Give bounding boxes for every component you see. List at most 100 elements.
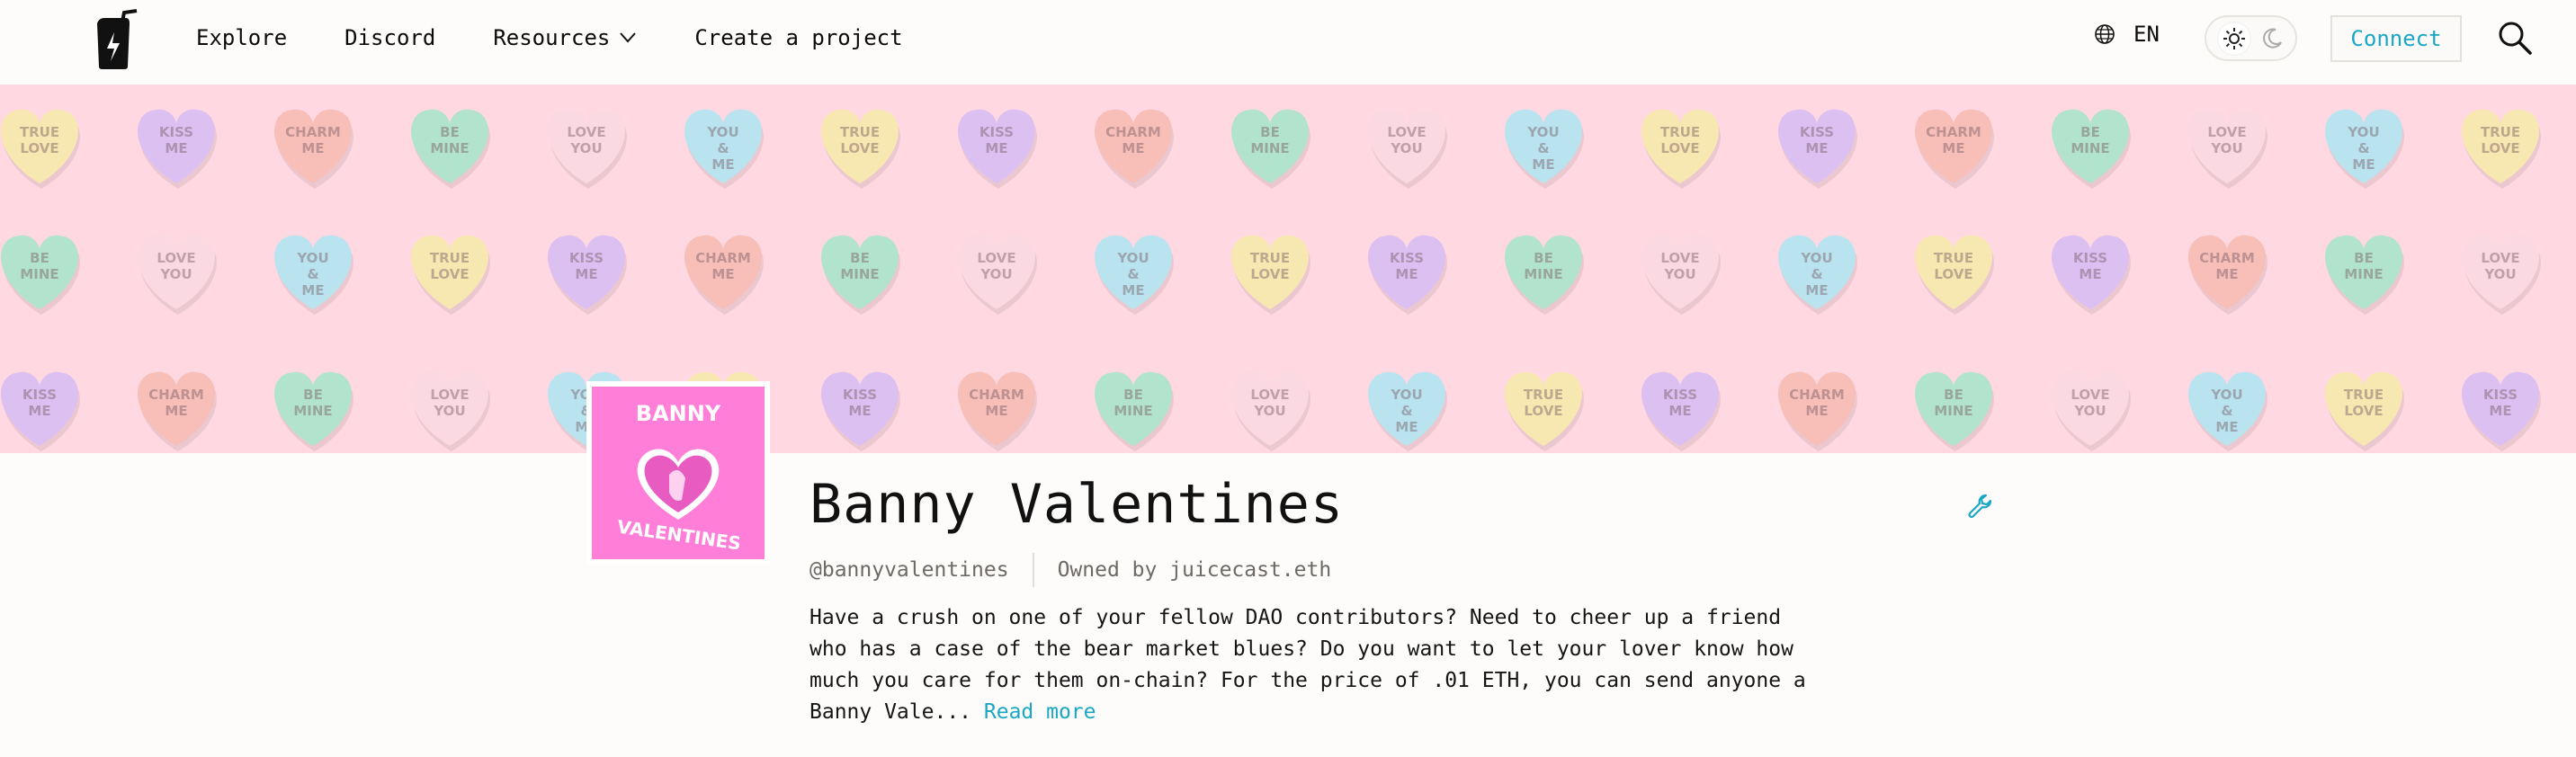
candy-heart: LOVEYOU (2188, 109, 2267, 189)
candy-heart-text: YOU (979, 266, 1012, 282)
juicebox-logo-icon[interactable] (90, 9, 142, 70)
candy-heart: CHARMME (274, 109, 353, 189)
candy-heart: LOVEYOU (138, 235, 217, 315)
candy-heart: BEMINE (1095, 371, 1174, 451)
candy-heart-text: LOVE (430, 266, 469, 282)
candy-heart: KISSME (1641, 371, 1721, 451)
candy-heart-text: TRUE (1524, 387, 1563, 403)
candy-heart-text: YOU (1253, 403, 1285, 419)
candy-heart-text: CHARM (1105, 124, 1161, 140)
candy-heart-text: TRUE (1934, 250, 1973, 266)
candy-heart: BEMINE (411, 109, 490, 189)
candy-heart-text: & (1537, 140, 1549, 156)
candy-heart-text: & (2221, 403, 2232, 419)
avatar-text-bottom: VALENTINES (616, 516, 743, 555)
candy-heart-text: MINE (20, 266, 58, 282)
project-owner[interactable]: Owned by juicecast.eth (1058, 558, 1332, 582)
candy-heart-text: MINE (1934, 403, 1972, 419)
candy-heart-text: ME (1668, 403, 1691, 419)
candy-heart-text: YOU (1663, 266, 1695, 282)
candy-heart-text: MINE (840, 266, 879, 282)
candy-heart-text: ME (165, 403, 187, 419)
candy-heart-text: BE (303, 387, 323, 403)
candy-heart: BEMINE (1231, 109, 1310, 189)
candy-heart: BEMINE (2325, 235, 2404, 315)
candy-heart-text: MINE (2344, 266, 2383, 282)
candy-heart-text: YOU (1800, 250, 1832, 266)
wrench-icon[interactable] (1966, 493, 1993, 520)
candy-heart-text: & (1811, 266, 1822, 282)
nav-link-explore[interactable]: Explore (196, 25, 287, 50)
candy-heart-text: LOVE (20, 140, 58, 156)
globe-icon (2095, 24, 2115, 44)
heart-row: BEMINELOVEYOUYOU&METRUELOVEKISSMECHARMME… (1, 235, 2541, 315)
candy-heart-text: ME (575, 266, 597, 282)
candy-heart-text: LOVE (2481, 250, 2519, 266)
avatar-text-top: BANNY (636, 401, 721, 426)
candy-heart: BEMINE (2052, 109, 2131, 189)
candy-heart-text: CHARM (285, 124, 341, 140)
sun-icon[interactable] (2218, 22, 2251, 55)
nav-link-resources-label: Resources (493, 25, 611, 50)
candy-heart-text: ME (1122, 140, 1144, 156)
candy-heart: KISSME (138, 109, 217, 189)
candy-heart: CHARMME (2188, 235, 2267, 315)
nav-link-discord[interactable]: Discord (344, 25, 435, 50)
candy-heart: YOU&ME (274, 235, 353, 315)
candy-heart: YOU&ME (1505, 109, 1584, 189)
candy-heart-text: CHARM (2199, 250, 2255, 266)
moon-icon[interactable] (2260, 27, 2284, 50)
candy-heart-text: ME (1942, 140, 1964, 156)
candy-heart-text: YOU (2210, 387, 2242, 403)
candy-heart-text: ME (711, 156, 734, 173)
candy-heart-text: LOVE (2481, 140, 2519, 156)
candy-heart-text: LOVE (567, 124, 605, 140)
candy-heart-text: YOU (1116, 250, 1149, 266)
candy-heart-text: CHARM (695, 250, 751, 266)
candy-heart-text: LOVE (430, 387, 469, 403)
candy-heart-text: & (1400, 403, 1412, 419)
candy-heart-text: MINE (1114, 403, 1152, 419)
candy-heart-text: YOU (2483, 266, 2516, 282)
search-icon[interactable] (2497, 20, 2533, 56)
candy-heart-text: BE (30, 250, 49, 266)
candy-heart-text: ME (301, 140, 324, 156)
candy-heart-text: TRUE (2481, 124, 2520, 140)
candy-heart-text: & (307, 266, 318, 282)
candy-heart-text: & (2357, 140, 2369, 156)
candy-heart-text: TRUE (840, 124, 880, 140)
candy-heart-text: BE (440, 124, 460, 140)
project-description: Have a crush on one of your fellow DAO c… (809, 602, 1817, 728)
candy-heart-text: YOU (1526, 124, 1559, 140)
candy-heart: KISSME (2462, 371, 2541, 451)
candy-heart-text: TRUE (2344, 387, 2384, 403)
read-more-link[interactable]: Read more (984, 700, 1096, 724)
candy-heart-text: BE (1534, 250, 1553, 266)
candy-heart-text: MINE (2071, 140, 2109, 156)
candy-heart: LOVEYOU (1368, 109, 1447, 189)
candy-heart-text: TRUE (20, 124, 59, 140)
top-nav: Explore Discord Resources Create a proje… (0, 0, 2576, 85)
candy-heart: BEMINE (821, 235, 900, 315)
meta-divider (1032, 553, 1034, 587)
candy-heart-text: LOVE (1250, 387, 1289, 403)
candy-heart: YOU&ME (2188, 371, 2267, 451)
candy-heart-text: LOVE (1524, 403, 1562, 419)
connect-button[interactable]: Connect (2330, 15, 2462, 62)
nav-link-resources[interactable]: Resources (493, 25, 637, 50)
candy-heart: YOU&ME (684, 109, 764, 189)
project-banner: TRUE LOVE KISS ME CHARM ME BE MINE LOVE YOU YOU & ME… (0, 85, 2576, 453)
candy-heart: KISSME (821, 371, 900, 451)
candy-heart-text: ME (985, 140, 1007, 156)
candy-heart: TRUELOVE (411, 235, 490, 315)
language-selector[interactable]: EN (2094, 22, 2160, 47)
nav-link-create-project[interactable]: Create a project (694, 25, 902, 50)
candy-heart-text: LOVE (1934, 266, 1972, 282)
candy-heart: KISSME (548, 235, 627, 315)
candy-heart: LOVEYOU (1231, 371, 1310, 451)
candy-heart-text: CHARM (1789, 387, 1845, 403)
candy-heart: CHARMME (1915, 109, 1994, 189)
candy-heart: CHARMME (1778, 371, 1857, 451)
candy-heart-text: LOVE (977, 250, 1015, 266)
theme-toggle[interactable] (2205, 15, 2297, 61)
